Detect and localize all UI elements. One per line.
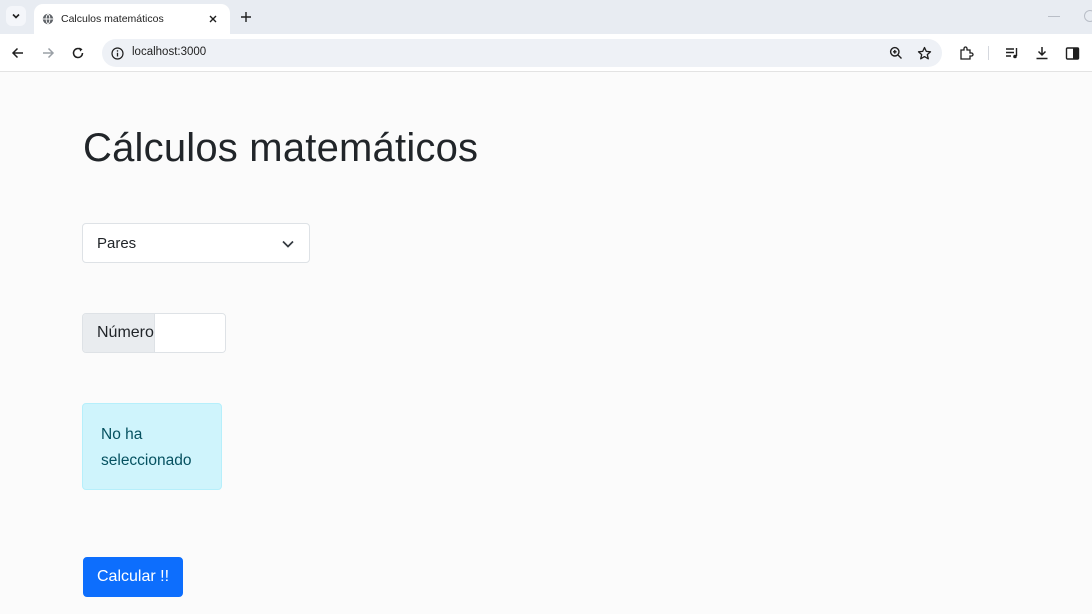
forward-icon (43, 47, 55, 59)
address-bar[interactable]: localhost:3000 (102, 39, 942, 67)
toolbar-divider (988, 46, 989, 60)
forward-button[interactable] (38, 43, 58, 63)
tab-strip: Calculos matemáticos (0, 0, 1092, 34)
star-icon[interactable] (916, 45, 932, 61)
back-icon (11, 47, 23, 59)
window-control[interactable] (1084, 10, 1092, 22)
operation-select[interactable]: Pares (82, 223, 310, 263)
number-input-group: Número (82, 313, 226, 353)
media-icon[interactable] (1003, 44, 1021, 62)
plus-icon (241, 12, 251, 22)
site-info-icon[interactable] (110, 46, 124, 60)
active-tab[interactable]: Calculos matemáticos (34, 4, 230, 34)
close-icon[interactable] (206, 12, 220, 26)
reload-icon (72, 47, 84, 59)
minimize-button[interactable] (1048, 16, 1060, 17)
tab-list-icon (12, 13, 20, 19)
browser-toolbar: localhost:3000 (0, 34, 1092, 72)
chevron-down-icon (282, 240, 294, 248)
back-button[interactable] (8, 43, 28, 63)
url-text[interactable]: localhost:3000 (132, 46, 206, 58)
page-title: Cálculos matemáticos (83, 126, 479, 170)
globe-icon (42, 13, 54, 25)
number-label: Número (83, 314, 155, 352)
side-panel-icon[interactable] (1063, 44, 1081, 62)
reload-button[interactable] (68, 43, 88, 63)
calculate-button[interactable]: Calcular !! (83, 557, 183, 597)
page-content: Cálculos matemáticos Pares Número No ha … (0, 73, 1092, 614)
select-value: Pares (97, 235, 137, 252)
number-input[interactable] (154, 314, 225, 352)
download-icon[interactable] (1033, 44, 1051, 62)
result-alert: No ha seleccionado (82, 403, 222, 490)
tab-title: Calculos matemáticos (61, 13, 164, 25)
extensions-icon[interactable] (957, 44, 975, 62)
new-tab-button[interactable] (238, 9, 254, 25)
zoom-icon[interactable] (888, 45, 904, 61)
tab-list-button[interactable] (6, 6, 26, 26)
